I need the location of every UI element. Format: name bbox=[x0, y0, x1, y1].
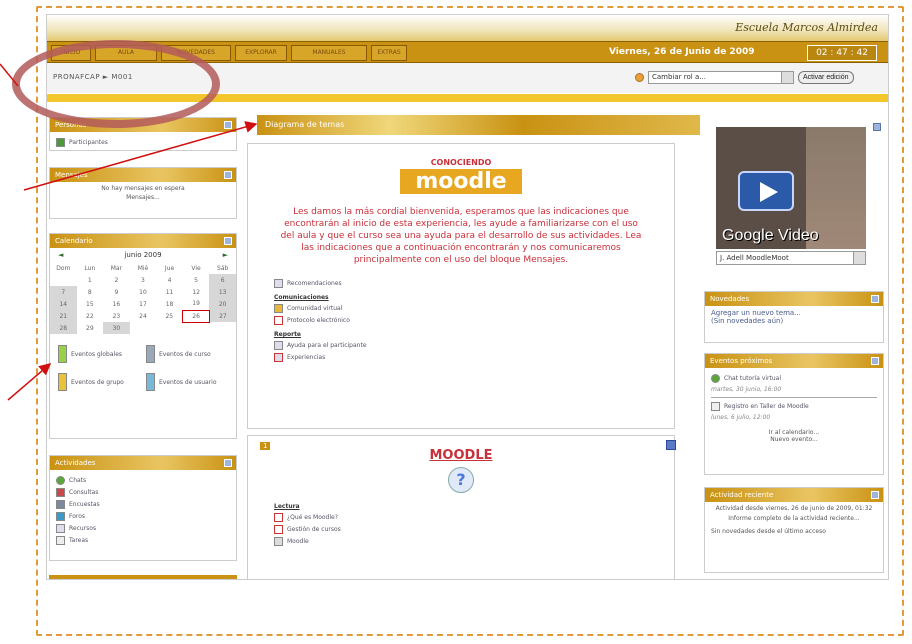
annotation-arrows bbox=[0, 63, 258, 401]
arrow-to-calendar bbox=[7, 363, 52, 401]
arrow-to-topics bbox=[23, 121, 258, 191]
arrow-to-breadcrumb bbox=[0, 63, 19, 87]
